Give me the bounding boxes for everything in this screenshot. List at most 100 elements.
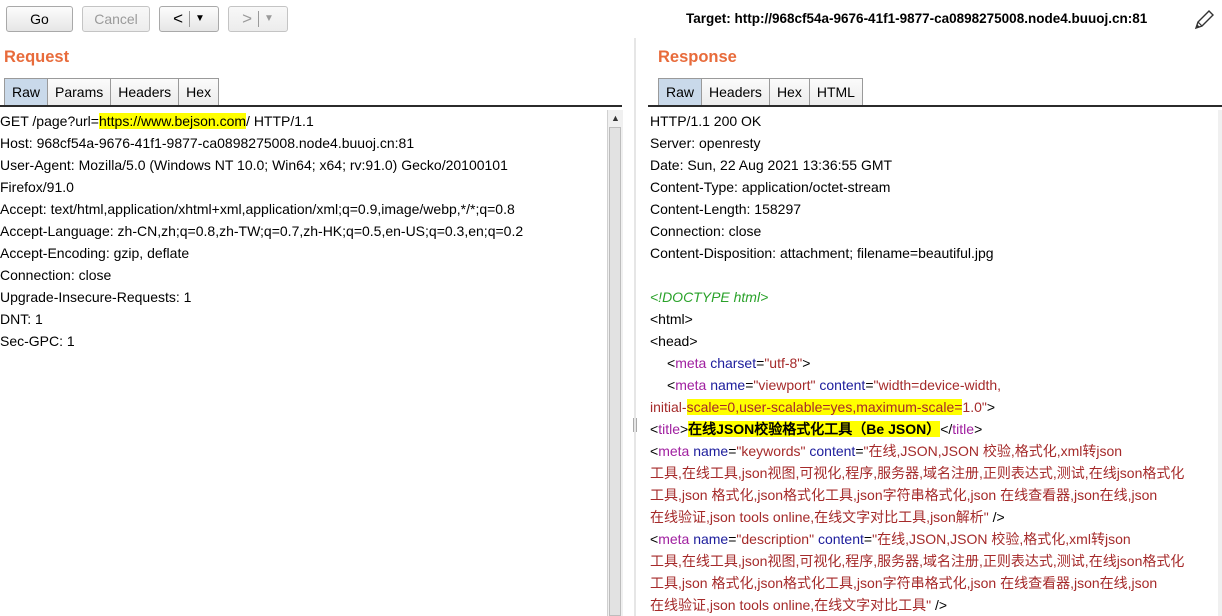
target-label: Target: http://968cf54a-9676-41f1-9877-c… [686,11,1148,26]
tag-name: meta [658,531,690,547]
request-header-line: Sec-GPC: 1 [0,333,75,349]
meta-description-continuation: 工具,json 格式化,json格式化工具,json字符串格式化,json 在线… [650,575,1158,591]
response-header-line: Connection: close [650,223,762,239]
response-header-line: Date: Sun, 22 Aug 2021 13:36:55 GMT [650,157,893,173]
divider-grip-icon[interactable] [633,418,637,432]
tag-bracket: /> [931,597,948,613]
response-header-line: HTTP/1.1 200 OK [650,113,762,129]
attr-value: "在线,JSON,JSON 校验,格式化,xml转json [872,531,1131,547]
doctype-line: <!DOCTYPE html> [650,289,769,305]
title-line: <title>在线JSON校验格式化工具（Be JSON）</title> [650,418,1218,440]
attr-name: name [689,443,729,459]
request-tab-headers[interactable]: Headers [110,78,180,105]
forward-arrow-icon: > [242,9,253,28]
attr-name: name [706,377,746,393]
tag-bracket: > [679,421,689,437]
tag-bracket: < [650,531,659,547]
response-header-line: Content-Type: application/octet-stream [650,179,891,195]
meta-viewport-continuation: initial-scale=0,user-scalable=yes,maximu… [650,396,1218,418]
meta-keywords-continuation: 在线验证,json tools online,在线文字对比工具,json解析" … [650,506,1218,528]
highlighted-title-text: 在线JSON校验格式化工具（Be JSON） [688,421,941,437]
scroll-up-icon[interactable]: ▲ [608,110,623,126]
request-line-suffix: / HTTP/1.1 [246,113,314,129]
highlighted-value: scale=0,user-scalable=yes,maximum-scale= [686,399,963,415]
request-tab-hex[interactable]: Hex [178,78,220,105]
attr-value: initial- [650,399,687,415]
tag-bracket: </ [940,421,953,437]
tag-bracket: > [974,421,983,437]
response-tabs: Raw Headers Hex HTML [658,78,863,106]
attr-name: content [814,531,864,547]
response-tab-html[interactable]: HTML [808,78,863,105]
meta-keywords-continuation: 工具,json 格式化,json格式化工具,json字符串格式化,json 在线… [650,487,1158,503]
response-title: Response [658,48,737,66]
attr-value: 1.0" [962,399,987,415]
response-tab-headers[interactable]: Headers [701,78,770,105]
attr-equals: = [863,531,873,547]
tag-bracket: > [986,399,996,415]
request-header-line: Upgrade-Insecure-Requests: 1 [0,289,192,305]
request-editor[interactable]: GET /page?url=https://www.bejson.com/ HT… [0,110,606,352]
back-dropdown-icon[interactable]: ▼ [190,7,209,31]
tag-name: title [952,421,975,437]
pane-divider[interactable] [634,38,636,616]
tag-bracket: < [667,377,676,393]
tag-name: meta [658,443,690,459]
response-viewer[interactable]: HTTP/1.1 200 OK Server: openresty Date: … [650,110,1218,616]
attr-value: 在线验证,json tools online,在线文字对比工具" [650,597,932,613]
meta-keywords-continuation: 工具,在线工具,json视图,可视化,程序,服务器,域名注册,正则表达式,测试,… [650,465,1185,481]
attr-value: "width=device-width, [873,377,1002,393]
request-tab-params[interactable]: Params [47,78,112,105]
go-button[interactable]: Go [6,6,73,32]
attr-value: "description" [736,531,815,547]
request-tab-underline [0,105,622,107]
attr-value: 在线验证,json tools online,在线文字对比工具,json解析" [650,509,989,525]
cancel-button[interactable]: Cancel [82,6,150,32]
request-title: Request [4,48,70,66]
tag-bracket: /> [988,509,1005,525]
attr-value: "keywords" [736,443,806,459]
forward-dropdown-icon[interactable]: ▼ [259,7,278,31]
forward-button[interactable]: > ▼ [228,6,288,32]
request-line-prefix: GET /page?url= [0,113,99,129]
tag-bracket: > [802,355,811,371]
attr-equals: = [855,443,864,459]
meta-viewport-line: <meta name="viewport" content="width=dev… [650,374,1218,396]
request-scrollbar[interactable]: ▲ [607,110,623,616]
attr-value: "utf-8" [764,355,803,371]
meta-charset-line: <meta charset="utf-8"> [650,352,1218,374]
request-header-line: User-Agent: Mozilla/5.0 (Windows NT 10.0… [0,157,508,173]
tag-bracket: < [650,421,659,437]
tag-bracket: < [667,355,676,371]
back-button[interactable]: < ▼ [159,6,219,32]
attr-name: content [805,443,856,459]
request-header-line: Host: 968cf54a-9676-41f1-9877-ca08982750… [0,135,415,151]
request-line: GET /page?url=https://www.bejson.com/ HT… [0,110,606,132]
response-scrollbar[interactable] [1218,110,1222,616]
pencil-icon[interactable] [1192,8,1216,32]
scroll-thumb[interactable] [609,127,621,616]
meta-description-continuation: 在线验证,json tools online,在线文字对比工具" /> [650,594,1218,616]
request-tabs: Raw Params Headers Hex [4,78,220,106]
back-arrow-icon: < [173,9,184,28]
head-open-tag: <head> [650,333,698,349]
response-tab-hex[interactable]: Hex [768,78,810,105]
attr-name: charset [706,355,757,371]
tag-name: title [658,421,680,437]
response-tab-raw[interactable]: Raw [658,78,703,105]
meta-description-line: <meta name="description" content="在线,JSO… [650,528,1218,550]
attr-equals: = [865,377,874,393]
response-header-line: Server: openresty [650,135,761,151]
tag-bracket: < [650,443,659,459]
attr-name: content [815,377,866,393]
highlighted-url: https://www.bejson.com [98,113,247,129]
request-tab-raw[interactable]: Raw [4,78,49,105]
attr-value: "viewport" [753,377,816,393]
request-header-line: DNT: 1 [0,311,43,327]
html-open-tag: <html> [650,311,693,327]
request-header-line: Connection: close [0,267,112,283]
request-header-line: Firefox/91.0 [0,179,74,195]
head-open-line: <head> [650,330,1218,352]
tag-name: meta [675,377,707,393]
tag-name: meta [675,355,707,371]
